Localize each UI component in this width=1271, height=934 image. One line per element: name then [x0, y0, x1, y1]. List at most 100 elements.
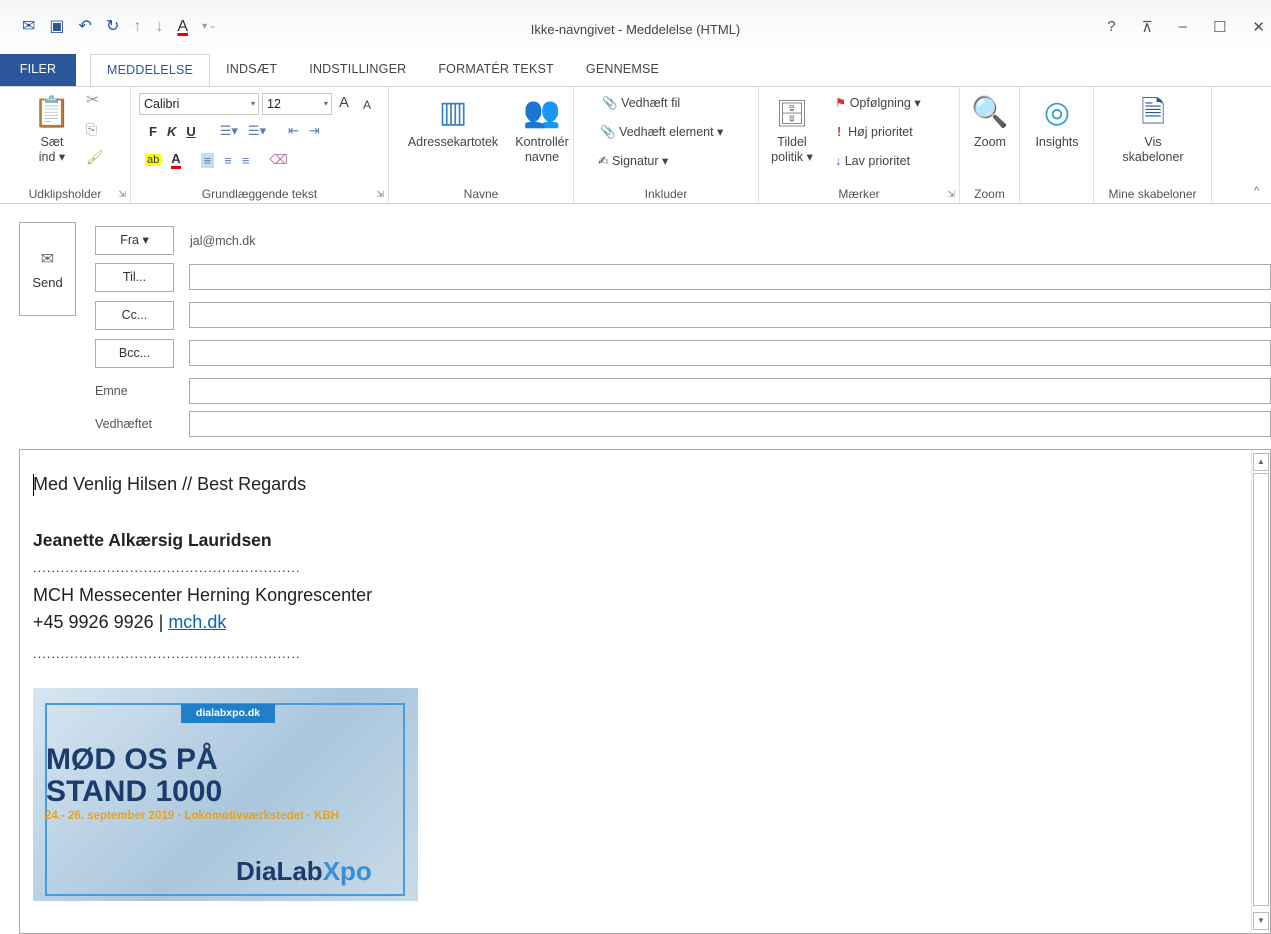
tab-format-text[interactable]: FORMATÉR TEKST — [422, 54, 570, 86]
low-priority-button[interactable]: ↓ Lav prioritet — [835, 153, 910, 169]
tab-file[interactable]: FILER — [0, 54, 76, 86]
dialabxpo-logo: DiaLabXpo — [236, 856, 372, 887]
italic-button[interactable]: K — [167, 124, 176, 139]
tab-review[interactable]: GENNEMSE — [570, 54, 675, 86]
group-label: Mine skabeloner — [1108, 187, 1197, 201]
color-align-row: ab A ≡ ≡ ≡ ⌫ — [145, 151, 288, 169]
dialog-launcher-icon[interactable]: ⇲ — [376, 189, 384, 200]
cc-field[interactable] — [189, 302, 1271, 328]
underline-button[interactable]: U — [186, 124, 195, 139]
align-center-icon[interactable]: ≡ — [224, 153, 232, 168]
format-row: F K U ☰▾ ☰▾ ⇤ ⇥ — [149, 123, 320, 139]
tab-options[interactable]: INDSTILLINGER — [293, 54, 422, 86]
paperclip-icon: 📎 — [602, 96, 618, 110]
format-painter-icon[interactable]: 🖌 — [86, 149, 104, 165]
cc-button[interactable]: Cc... — [95, 301, 174, 330]
zoom-label: Zoom — [974, 135, 1006, 149]
attached-field[interactable] — [189, 411, 1271, 437]
close-icon[interactable]: ✕ — [1252, 18, 1265, 36]
attach-file-label: Vedhæft fil — [621, 96, 681, 110]
subject-label: Emne — [95, 384, 128, 398]
banner-url: dialabxpo.dk — [181, 704, 275, 723]
insights-label: Insights — [1035, 135, 1079, 149]
attach-item-button[interactable]: 📎 Vedhæft element ▾ — [600, 124, 723, 140]
chevron-down-icon: ▾ — [323, 99, 328, 108]
divider-dots-2: ........................................… — [33, 646, 301, 661]
to-button[interactable]: Til... — [95, 263, 174, 292]
insights-button[interactable]: ◎ Insights — [1026, 95, 1088, 150]
copy-icon[interactable]: ⎘ — [86, 121, 97, 137]
address-book-button[interactable]: ▥ Adressekartotek — [395, 95, 511, 150]
ribbon-display-icon[interactable]: ⊼ — [1142, 18, 1153, 36]
view-templates-label: Vis — [1144, 135, 1162, 149]
tab-message[interactable]: MEDDELELSE — [90, 54, 211, 86]
scroll-up-icon[interactable]: ▲ — [1253, 453, 1269, 471]
phone-line: +45 9926 9926 | mch.dk — [33, 612, 226, 633]
assign-policy-label: Tildel — [777, 135, 807, 149]
group-include: 📎 Vedhæft fil 📎 Vedhæft element ▾ ✍ Sign… — [574, 87, 759, 203]
highlight-icon[interactable]: ab — [145, 154, 162, 166]
decrease-indent-icon[interactable]: ⇤ — [288, 123, 299, 139]
bcc-button[interactable]: Bcc... — [95, 339, 174, 368]
zoom-button[interactable]: 🔍 Zoom — [964, 95, 1016, 150]
body-scrollbar[interactable]: ▲ ▼ — [1251, 451, 1270, 932]
grow-font-button[interactable]: A — [339, 95, 349, 111]
send-label: Send — [32, 275, 63, 290]
divider-dots: ........................................… — [33, 560, 301, 575]
banner-line-1: MØD OS PÅ — [46, 743, 218, 776]
paste-button[interactable]: 📋 Sæt ind ▾ — [32, 95, 72, 165]
greeting-text: Med Venlig Hilsen // Best Regards — [33, 474, 307, 494]
maximize-icon[interactable]: ☐ — [1213, 18, 1226, 36]
banner-line-2: STAND 1000 — [46, 775, 223, 808]
scroll-down-icon[interactable]: ▼ — [1253, 912, 1269, 930]
shrink-font-button[interactable]: A — [363, 97, 371, 113]
font-color-button-icon[interactable]: A — [171, 151, 181, 169]
signature-button[interactable]: ✍ Signatur ▾ — [598, 153, 668, 169]
subject-field[interactable] — [189, 378, 1271, 404]
assign-policy-button[interactable]: 🗄 Tildel politik ▾ — [769, 95, 815, 165]
numbering-icon[interactable]: ☰▾ — [248, 123, 266, 139]
followup-label: Opfølgning ▾ — [849, 96, 921, 110]
bullets-icon[interactable]: ☰▾ — [220, 123, 238, 139]
check-names-icon: 👥 — [523, 96, 561, 129]
tab-insert[interactable]: INDSÆT — [210, 54, 293, 86]
attach-file-button[interactable]: 📎 Vedhæft fil — [602, 95, 680, 111]
align-left-icon[interactable]: ≡ — [200, 152, 215, 168]
banner-headline: MØD OS PÅ STAND 1000 — [46, 744, 222, 808]
clear-formatting-icon[interactable]: ⌫ — [269, 152, 287, 168]
phone-text: +45 9926 9926 | — [33, 612, 169, 632]
help-icon[interactable]: ? — [1107, 18, 1115, 36]
font-name-combo[interactable]: Calibri ▾ — [139, 93, 259, 115]
scroll-thumb[interactable] — [1253, 473, 1269, 906]
event-banner[interactable]: dialabxpo.dk MØD OS PÅ STAND 1000 24.- 26… — [33, 688, 418, 901]
to-field[interactable] — [189, 264, 1271, 290]
website-link[interactable]: mch.dk — [168, 612, 226, 632]
dialog-launcher-icon[interactable]: ⇲ — [947, 189, 955, 200]
group-basic-text: Calibri ▾ 12 ▾ A A F K U ☰▾ ☰▾ ⇤ ⇥ ab A ≡ … — [131, 87, 389, 203]
increase-indent-icon[interactable]: ⇥ — [309, 123, 320, 139]
assign-policy-label-2: politik ▾ — [771, 150, 813, 164]
followup-button[interactable]: ⚑ Opfølgning ▾ — [835, 95, 921, 111]
insights-icon: ◎ — [1043, 96, 1071, 129]
address-book-icon: ▥ — [438, 96, 468, 129]
bold-button[interactable]: F — [149, 124, 157, 139]
view-templates-button[interactable]: 🗎 Vis skabeloner — [1104, 95, 1202, 165]
group-insights: ◎ Insights — [1020, 87, 1094, 203]
group-clipboard: 📋 Sæt ind ▾ ✂ ⎘ 🖌 Udklipsholder ⇲ — [0, 87, 131, 203]
from-value: jal@mch.dk — [190, 234, 256, 248]
dialog-launcher-icon[interactable]: ⇲ — [118, 189, 126, 200]
high-priority-button[interactable]: ! Høj prioritet — [837, 124, 913, 140]
signature-label: Signatur ▾ — [611, 154, 669, 168]
bcc-field[interactable] — [189, 340, 1271, 366]
check-names-label: Kontrollér — [515, 135, 569, 149]
send-button[interactable]: ✉ Send — [19, 222, 76, 316]
font-size-combo[interactable]: 12 ▾ — [262, 93, 332, 115]
send-icon: ✉ — [40, 251, 55, 268]
minimize-icon[interactable]: – — [1179, 18, 1187, 36]
cut-icon[interactable]: ✂ — [86, 93, 99, 109]
from-button[interactable]: Fra ▾ — [95, 226, 174, 255]
check-names-button[interactable]: 👥 Kontrollér navne — [509, 95, 575, 165]
collapse-ribbon-icon[interactable]: ^ — [1254, 183, 1259, 199]
window-controls: ? ⊼ – ☐ ✕ — [1107, 18, 1265, 36]
align-right-icon[interactable]: ≡ — [242, 153, 250, 168]
